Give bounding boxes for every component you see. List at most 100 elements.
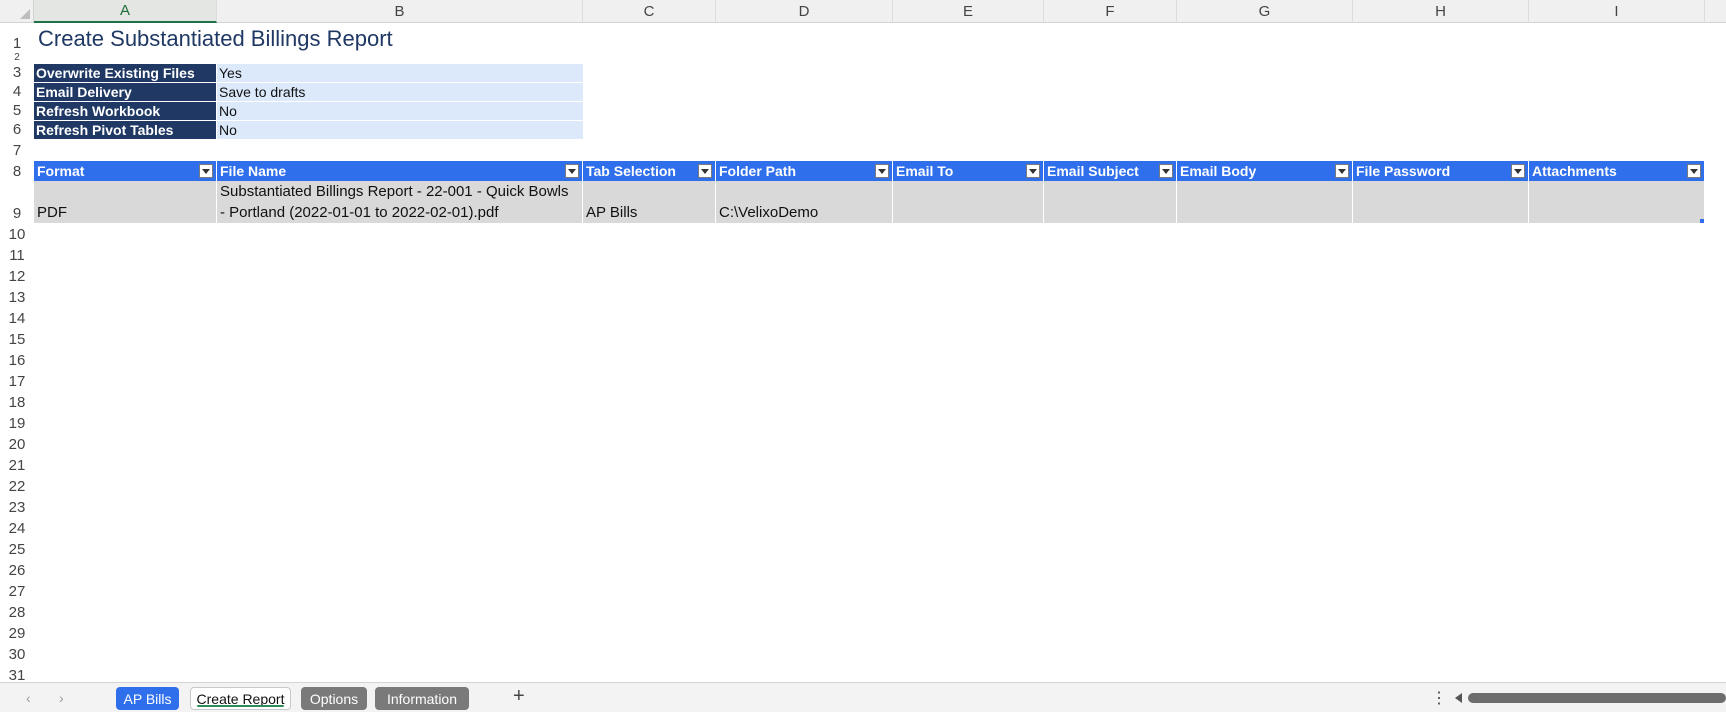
- option-value-refresh-workbook[interactable]: No: [217, 102, 583, 120]
- row-header[interactable]: 7: [0, 139, 34, 160]
- filter-dropdown-icon[interactable]: [1159, 164, 1173, 178]
- table-header-file-password[interactable]: File Password: [1353, 161, 1529, 181]
- horizontal-scrollbar[interactable]: [1468, 693, 1726, 703]
- row-header[interactable]: 23: [0, 496, 34, 517]
- table-header-email-to[interactable]: Email To: [893, 161, 1044, 181]
- add-sheet-icon[interactable]: +: [513, 685, 525, 708]
- table-cell-folder-path[interactable]: C:\VelixoDemo: [716, 181, 893, 223]
- more-options-icon[interactable]: ⋮: [1431, 688, 1447, 708]
- column-header-e[interactable]: E: [893, 0, 1044, 23]
- table-header-label: File Name: [220, 163, 287, 179]
- row-header[interactable]: 15: [0, 328, 34, 349]
- row-header[interactable]: 1: [0, 23, 34, 53]
- table-cell-file-name[interactable]: Substantiated Billings Report - 22-001 -…: [217, 181, 583, 223]
- file-name-line: - Portland (2022-01-01 to 2022-02-01).pd…: [220, 204, 499, 221]
- column-header-h[interactable]: H: [1353, 0, 1529, 23]
- select-all-icon: [20, 9, 30, 19]
- chevron-left-icon[interactable]: ‹: [26, 690, 31, 706]
- row-header[interactable]: 27: [0, 580, 34, 601]
- option-value-overwrite[interactable]: Yes: [217, 64, 583, 82]
- option-value-email-delivery[interactable]: Save to drafts: [217, 83, 583, 101]
- filter-dropdown-icon[interactable]: [698, 164, 712, 178]
- column-header-i[interactable]: I: [1529, 0, 1705, 23]
- sheet-tab-ap-bills[interactable]: AP Bills: [116, 687, 179, 710]
- row-header[interactable]: 31: [0, 664, 34, 682]
- table-header-label: Folder Path: [719, 163, 797, 179]
- row-header[interactable]: 16: [0, 349, 34, 370]
- column-header-f[interactable]: F: [1044, 0, 1177, 23]
- filter-dropdown-icon[interactable]: [199, 164, 213, 178]
- sheet-tab-create-report[interactable]: Create Report: [190, 687, 291, 710]
- column-header-a[interactable]: A: [34, 0, 217, 23]
- row-header[interactable]: 26: [0, 559, 34, 580]
- column-header-c[interactable]: C: [583, 0, 716, 23]
- column-header-b[interactable]: B: [217, 0, 583, 23]
- table-header-label: Email Body: [1180, 163, 1257, 179]
- row-header[interactable]: 21: [0, 454, 34, 475]
- table-header-label: Tab Selection: [586, 163, 676, 179]
- filter-dropdown-icon[interactable]: [1026, 164, 1040, 178]
- page-title[interactable]: Create Substantiated Billings Report: [38, 26, 393, 54]
- row-header[interactable]: 13: [0, 286, 34, 307]
- spreadsheet-grid[interactable]: A B C D E F G H I 1 2 3 4 5 6 7 8 9 10 1…: [0, 0, 1726, 682]
- select-all-corner[interactable]: [0, 0, 34, 23]
- row-header[interactable]: 4: [0, 82, 34, 101]
- filter-dropdown-icon[interactable]: [875, 164, 889, 178]
- chevron-right-icon[interactable]: ›: [59, 690, 64, 706]
- table-cell-email-subject[interactable]: [1044, 181, 1177, 223]
- row-header[interactable]: 9: [0, 181, 34, 223]
- filter-dropdown-icon[interactable]: [565, 164, 579, 178]
- row-header[interactable]: 18: [0, 391, 34, 412]
- filter-dropdown-icon[interactable]: [1687, 164, 1701, 178]
- scroll-left-icon[interactable]: [1455, 693, 1462, 703]
- row-header[interactable]: 19: [0, 412, 34, 433]
- row-header[interactable]: 5: [0, 101, 34, 120]
- row-header[interactable]: 3: [0, 63, 34, 82]
- row-header[interactable]: 6: [0, 120, 34, 139]
- column-header-d[interactable]: D: [716, 0, 893, 23]
- row-header[interactable]: 12: [0, 265, 34, 286]
- option-label-refresh-pivot[interactable]: Refresh Pivot Tables: [34, 121, 216, 139]
- row-header[interactable]: 8: [0, 160, 34, 181]
- row-header[interactable]: 2: [0, 52, 34, 63]
- row-header[interactable]: 28: [0, 601, 34, 622]
- table-header-format[interactable]: Format: [34, 161, 217, 181]
- file-name-line: Substantiated Billings Report - 22-001 -…: [220, 183, 569, 200]
- table-header-label: Attachments: [1532, 163, 1617, 179]
- row-header[interactable]: 17: [0, 370, 34, 391]
- table-header-tab-selection[interactable]: Tab Selection: [583, 161, 716, 181]
- table-cell-attachments[interactable]: [1529, 181, 1705, 223]
- table-cell-email-body[interactable]: [1177, 181, 1353, 223]
- filter-dropdown-icon[interactable]: [1335, 164, 1349, 178]
- row-header[interactable]: 10: [0, 223, 34, 244]
- sheet-tab-options[interactable]: Options: [301, 687, 367, 710]
- option-label-overwrite[interactable]: Overwrite Existing Files: [34, 64, 216, 82]
- table-cell-format[interactable]: PDF: [34, 181, 217, 223]
- row-header[interactable]: 14: [0, 307, 34, 328]
- table-header-label: Email Subject: [1047, 163, 1139, 179]
- row-header[interactable]: 20: [0, 433, 34, 454]
- row-header[interactable]: 22: [0, 475, 34, 496]
- row-header[interactable]: 11: [0, 244, 34, 265]
- row-header[interactable]: 30: [0, 643, 34, 664]
- sheet-tab-information[interactable]: Information: [375, 687, 469, 710]
- sheet-tab-bar: ‹ › AP Bills Create Report Options Infor…: [0, 682, 1726, 712]
- row-header[interactable]: 29: [0, 622, 34, 643]
- filter-dropdown-icon[interactable]: [1511, 164, 1525, 178]
- table-header-email-subject[interactable]: Email Subject: [1044, 161, 1177, 181]
- row-header[interactable]: 25: [0, 538, 34, 559]
- table-cell-file-password[interactable]: [1353, 181, 1529, 223]
- table-cell-email-to[interactable]: [893, 181, 1044, 223]
- table-header-email-body[interactable]: Email Body: [1177, 161, 1353, 181]
- option-label-refresh-workbook[interactable]: Refresh Workbook: [34, 102, 216, 120]
- column-header-g[interactable]: G: [1177, 0, 1353, 23]
- table-cell-tab-selection[interactable]: AP Bills: [583, 181, 716, 223]
- row-header[interactable]: 24: [0, 517, 34, 538]
- table-header-label: Format: [37, 163, 85, 179]
- option-label-email-delivery[interactable]: Email Delivery: [34, 83, 216, 101]
- option-value-refresh-pivot[interactable]: No: [217, 121, 583, 139]
- table-resize-handle[interactable]: [1700, 219, 1704, 223]
- table-header-file-name[interactable]: File Name: [217, 161, 583, 181]
- table-header-attachments[interactable]: Attachments: [1529, 161, 1705, 181]
- table-header-folder-path[interactable]: Folder Path: [716, 161, 893, 181]
